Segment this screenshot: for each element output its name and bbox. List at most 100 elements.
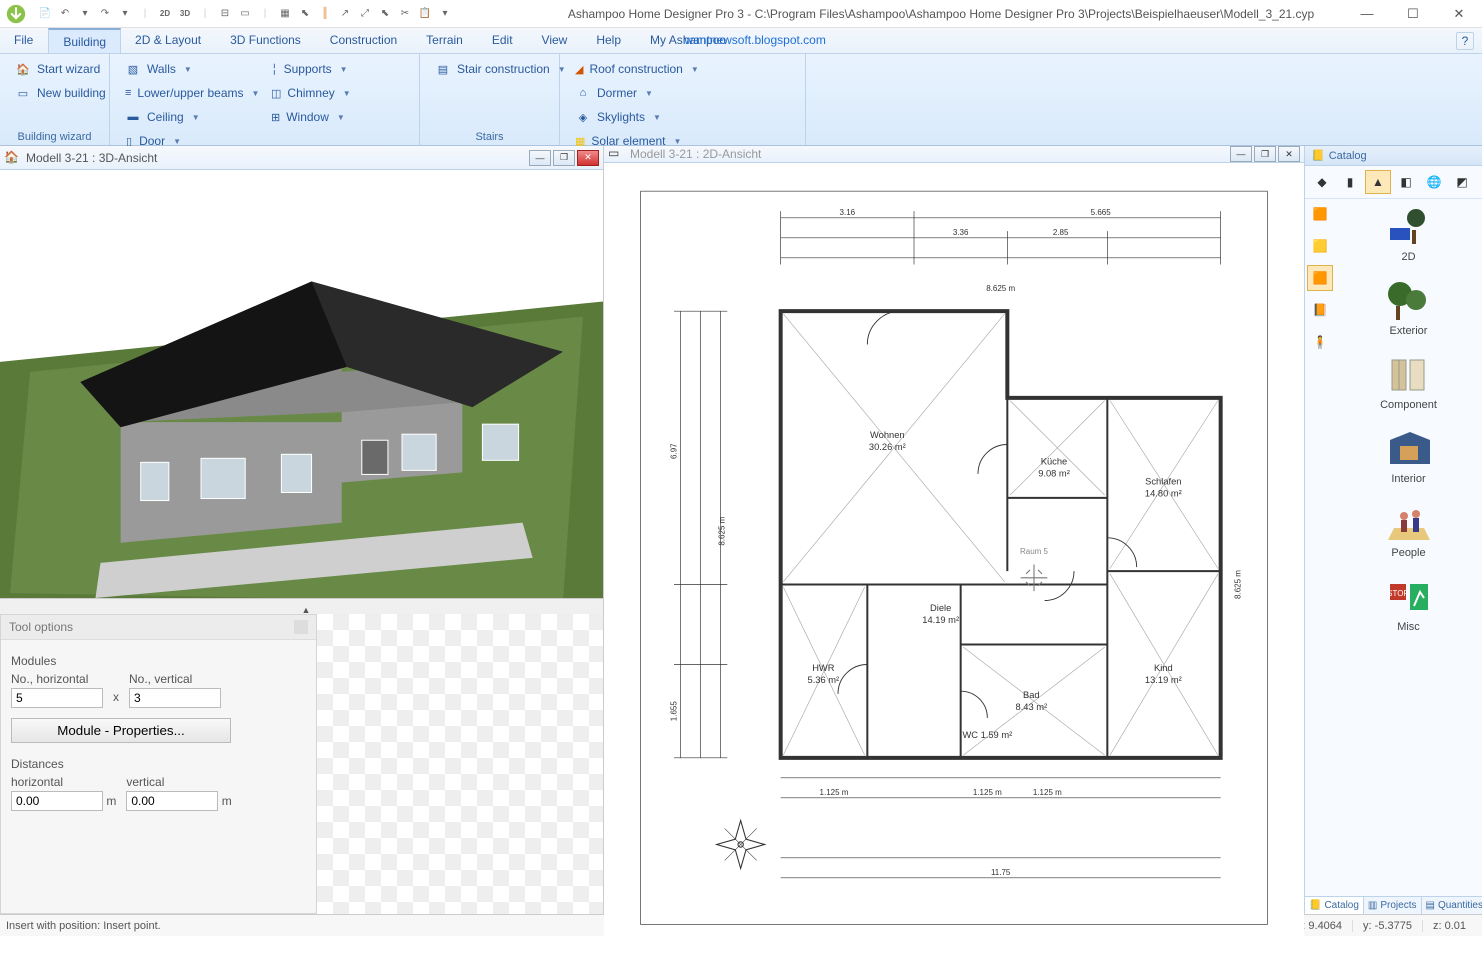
status-z: z: 0.01: [1422, 920, 1476, 932]
qat-redo-dd-icon[interactable]: ▾: [116, 5, 134, 23]
qat-eq-icon[interactable]: ▭: [236, 5, 254, 23]
svg-text:1.125 m: 1.125 m: [973, 788, 1002, 797]
distances-label: Distances: [11, 757, 306, 771]
qat-cursor-icon[interactable]: ⬉: [376, 5, 394, 23]
qat-dd-icon[interactable]: ▾: [436, 5, 454, 23]
catalog-item-2d[interactable]: 2D: [1339, 205, 1478, 263]
catalog-item-exterior[interactable]: Exterior: [1339, 279, 1478, 337]
cat-tb-5[interactable]: 🌐: [1421, 170, 1447, 194]
view3d-hscroll[interactable]: [0, 598, 603, 614]
view3d-header: 🏠 Modell 3-21 : 3D-Ansicht — ❐ ✕: [0, 146, 603, 170]
catalog-item-people[interactable]: People: [1339, 501, 1478, 559]
catalog-item-misc[interactable]: STOP Misc: [1339, 575, 1478, 633]
chimney-button[interactable]: ◫Chimney▼: [264, 82, 346, 104]
help-icon[interactable]: ?: [1456, 32, 1474, 50]
menu-edit[interactable]: Edit: [478, 28, 528, 53]
skylights-button[interactable]: ◈Skylights▼: [568, 106, 696, 128]
qat-paste-icon[interactable]: 📋: [416, 5, 434, 23]
roof-icon: ◢: [575, 61, 583, 77]
catalog-tab-catalog[interactable]: 📒Catalog: [1305, 897, 1364, 914]
stair-button[interactable]: ▤Stair construction▼: [428, 58, 573, 80]
cat-filter-5[interactable]: 🧍: [1307, 329, 1333, 355]
view2d-max-button[interactable]: ❐: [1254, 146, 1276, 162]
menu-2d-layout[interactable]: 2D & Layout: [121, 28, 216, 53]
qat-snap2-icon[interactable]: ⤢: [356, 5, 374, 23]
catalog-tab-quantities[interactable]: ▤Quantities: [1422, 897, 1482, 914]
qat-snap3-icon[interactable]: ✂: [396, 5, 414, 23]
cat-filter-2[interactable]: 🟨: [1307, 233, 1333, 259]
maximize-button[interactable]: ☐: [1390, 0, 1436, 28]
supports-button[interactable]: ╎Supports▼: [264, 58, 346, 80]
menu-3d-functions[interactable]: 3D Functions: [216, 28, 316, 53]
view3d-max-button[interactable]: ❐: [553, 150, 575, 166]
qat-vbar-icon[interactable]: ║: [316, 5, 334, 23]
cat-tb-1[interactable]: ◆: [1309, 170, 1335, 194]
catalog-bottom-tabs: 📒Catalog ▥Projects ▤Quantities: [1305, 896, 1482, 914]
lower-left-area: Tool options Modules No., horizontal x N…: [0, 614, 603, 914]
chevron-down-icon: ▼: [337, 113, 345, 122]
catalog-tab-projects[interactable]: ▥Projects: [1364, 897, 1422, 914]
qat-redo-icon[interactable]: ↷: [96, 5, 114, 23]
catalog-panel: 📒 Catalog ◆ ▮ ▲ ◧ 🌐 ◩ 🟧 🟨 🟧 📙 🧍 2D: [1304, 146, 1482, 914]
view2d-icon: ▭: [608, 146, 624, 162]
cat-filter-4[interactable]: 📙: [1307, 297, 1333, 323]
dormer-button[interactable]: ⌂Dormer▼: [568, 82, 696, 104]
menu-construction[interactable]: Construction: [316, 28, 412, 53]
beams-button[interactable]: ≡Lower/upper beams▼: [118, 82, 258, 104]
cat-filter-1[interactable]: 🟧: [1307, 201, 1333, 227]
new-building-label: New building: [37, 86, 106, 100]
roof-button[interactable]: ◢Roof construction▼: [568, 58, 696, 80]
svg-text:Raum 5: Raum 5: [1020, 547, 1049, 556]
svg-text:STOP: STOP: [1387, 589, 1409, 598]
supports-icon: ╎: [271, 61, 278, 77]
menu-building[interactable]: Building: [48, 28, 121, 53]
qat-undo-icon[interactable]: ↶: [56, 5, 74, 23]
menu-help[interactable]: Help: [582, 28, 636, 53]
titlebar: 📄 ↶ ▾ ↷ ▾ | 2D 3D | ⊟ ▭ | ▦ ⬉ ║ ↗ ⤢ ⬉ ✂ …: [0, 0, 1482, 28]
cat-tb-6[interactable]: ◩: [1449, 170, 1475, 194]
view3d-close-button[interactable]: ✕: [577, 150, 599, 166]
view3d-canvas[interactable]: [0, 170, 603, 614]
qat-snap1-icon[interactable]: ↗: [336, 5, 354, 23]
catalog-item-component[interactable]: Component: [1339, 353, 1478, 411]
cat-tb-3[interactable]: ▲: [1365, 170, 1391, 194]
menu-view[interactable]: View: [528, 28, 583, 53]
cat-tb-2[interactable]: ▮: [1337, 170, 1363, 194]
qat-2d-icon[interactable]: 2D: [156, 5, 174, 23]
catalog-item-interior[interactable]: Interior: [1339, 427, 1478, 485]
dormer-icon: ⌂: [575, 85, 591, 101]
no-horizontal-input[interactable]: [11, 688, 103, 708]
chevron-down-icon: ▼: [192, 113, 200, 122]
dist-horizontal-input[interactable]: [11, 791, 103, 811]
tool-options-panel: Tool options Modules No., horizontal x N…: [0, 614, 317, 914]
tool-options-title: Tool options: [9, 620, 73, 634]
svg-text:5.665: 5.665: [1091, 208, 1112, 217]
new-building-button[interactable]: ▭New building: [8, 82, 113, 104]
qat-new-icon[interactable]: 📄: [36, 5, 54, 23]
cat-tb-4[interactable]: ◧: [1393, 170, 1419, 194]
minimize-button[interactable]: —: [1344, 0, 1390, 28]
qat-3d-icon[interactable]: 3D: [176, 5, 194, 23]
start-wizard-button[interactable]: 🏠Start wizard: [8, 58, 113, 80]
qat-h-icon[interactable]: ⊟: [216, 5, 234, 23]
qat-grid-icon[interactable]: ▦: [276, 5, 294, 23]
module-properties-button[interactable]: Module - Properties...: [11, 718, 231, 743]
menu-file[interactable]: File: [0, 28, 48, 53]
view3d-min-button[interactable]: —: [529, 150, 551, 166]
close-button[interactable]: ✕: [1436, 0, 1482, 28]
view2d-min-button[interactable]: —: [1230, 146, 1252, 162]
qat-select-icon[interactable]: ⬉: [296, 5, 314, 23]
walls-button[interactable]: ▧Walls▼: [118, 58, 258, 80]
view2d-canvas[interactable]: 3.16 5.665 3.36 2.85 6.97 1.655 8.625 m: [604, 163, 1304, 953]
no-vertical-input[interactable]: [129, 688, 221, 708]
cat-filter-3[interactable]: 🟧: [1307, 265, 1333, 291]
qat-undo-dd-icon[interactable]: ▾: [76, 5, 94, 23]
tool-options-close-button[interactable]: [294, 620, 308, 634]
window-button[interactable]: ⊞Window▼: [264, 106, 346, 128]
chevron-down-icon: ▼: [251, 89, 259, 98]
ceiling-button[interactable]: ▬Ceiling▼: [118, 106, 258, 128]
menu-terrain[interactable]: Terrain: [412, 28, 478, 53]
svg-text:8.625 m: 8.625 m: [986, 284, 1015, 293]
dist-vertical-input[interactable]: [126, 791, 218, 811]
view2d-close-button[interactable]: ✕: [1278, 146, 1300, 162]
